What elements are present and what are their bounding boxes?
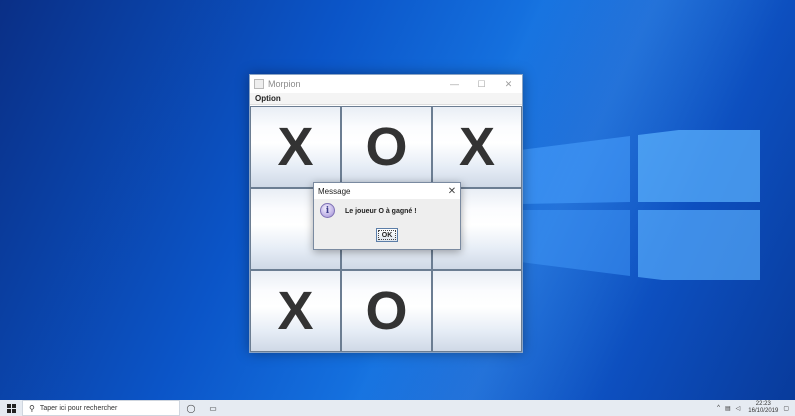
start-button[interactable] [0,400,22,416]
board-cell-r1c3[interactable]: X [432,106,522,188]
dialog-titlebar[interactable]: Message ✕ [314,183,460,199]
board-cell-r1c2[interactable]: O [341,106,432,188]
window-title: Morpion [268,79,301,89]
menubar: Option [250,93,522,105]
app-icon [254,79,264,89]
notifications-icon[interactable]: ▢ [783,405,789,412]
system-tray: ^ ▤ ◁ 22:23 16/10/2019 ▢ [712,401,795,415]
clock[interactable]: 22:23 16/10/2019 [748,401,778,415]
dialog-close-button[interactable]: ✕ [444,186,460,197]
task-view-icon[interactable]: ▭ [202,404,224,413]
board-cell-r3c1[interactable]: X [250,270,341,352]
dialog-title: Message [318,186,351,196]
ok-button[interactable]: OK [376,228,398,242]
board-cell-r1c1[interactable]: X [250,106,341,188]
dialog-body: i Le joueur O à gagné ! OK [314,199,460,249]
cortana-icon[interactable]: ◯ [180,404,202,413]
volume-icon[interactable]: ◁ [736,405,741,412]
menu-option[interactable]: Option [253,94,283,103]
minimize-button[interactable]: — [441,79,468,89]
taskbar-search[interactable]: ⚲ Taper ici pour rechercher [22,400,180,416]
tray-chevron-icon[interactable]: ^ [717,405,720,411]
windows-logo-icon [520,130,760,280]
window-titlebar[interactable]: Morpion — ☐ ✕ [250,75,522,93]
network-icon[interactable]: ▤ [725,405,731,412]
maximize-button[interactable]: ☐ [468,79,495,90]
board-cell-r3c2[interactable]: O [341,270,432,352]
taskbar: ⚲ Taper ici pour rechercher ◯ ▭ ^ ▤ ◁ 22… [0,400,795,416]
search-icon: ⚲ [29,403,35,413]
clock-date: 16/10/2019 [748,408,779,414]
info-icon: i [320,203,335,218]
windows-start-icon [6,403,16,413]
dialog-message: Le joueur O à gagné ! [345,208,417,215]
clock-time: 22:23 [755,401,771,407]
close-button[interactable]: ✕ [495,79,522,90]
board-cell-r3c3[interactable] [432,270,522,352]
search-placeholder: Taper ici pour rechercher [39,404,118,412]
message-dialog: Message ✕ i Le joueur O à gagné ! OK [313,182,461,250]
